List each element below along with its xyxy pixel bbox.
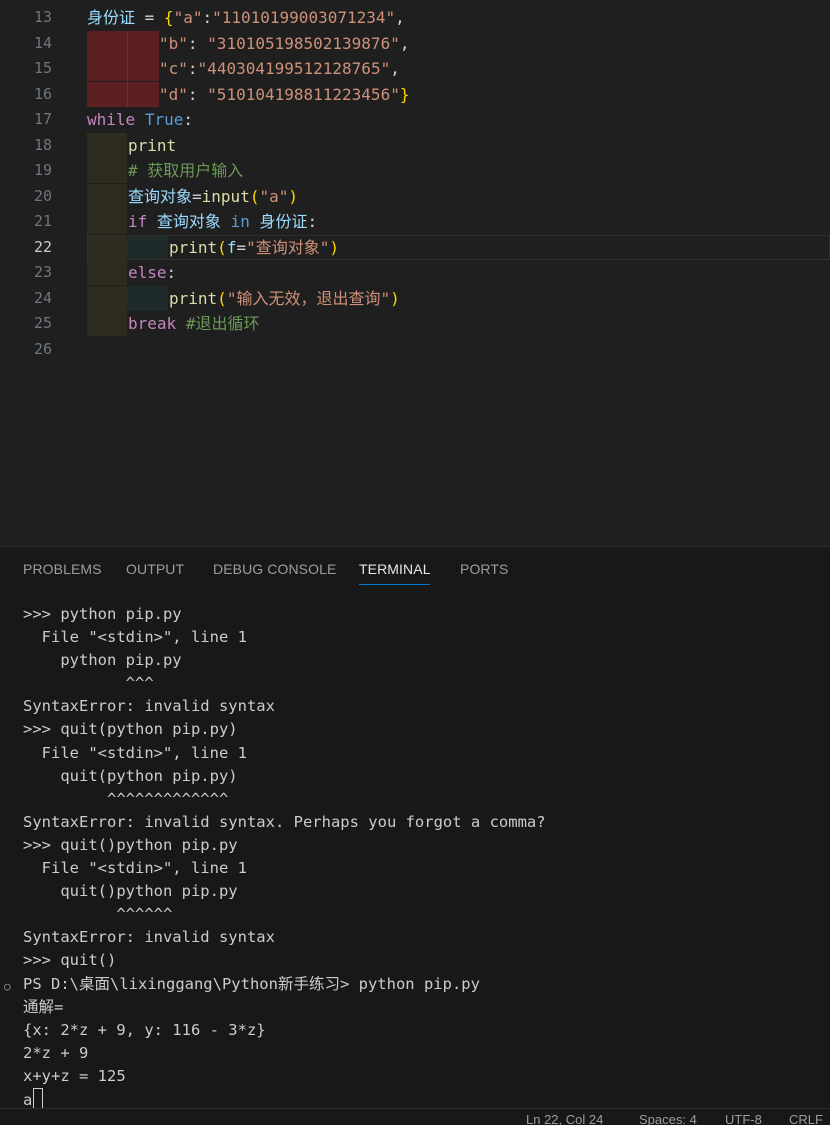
line-content: # 获取用户输入 [128,161,244,180]
code-line[interactable]: 18 print [0,132,830,158]
indent-guide [87,183,127,209]
terminal-output[interactable]: >>> python pip.py File "<stdin>", line 1… [23,603,823,1111]
line-content: if 查询对象 in 身份证: [128,212,318,231]
code-line[interactable]: 23 else: [0,260,830,285]
terminal-line: File "<stdin>", line 1 [23,628,247,647]
terminal-line: SyntaxError: invalid syntax [23,928,275,947]
terminal-line: >>> python pip.py [23,605,182,623]
indent-guide [87,311,127,336]
line-content: print("输入无效，退出查询") [169,288,400,308]
terminal-line: 2*z + 9 [23,1043,89,1062]
terminal-line: >>> quit(python pip.py) [23,720,238,739]
code-line[interactable]: 16 "d": "510104198811223456"} [0,81,830,107]
terminal-line: ^^^ [23,674,154,693]
terminal-line: SyntaxError: invalid syntax. Perhaps you… [23,812,546,831]
line-number: 13 [33,8,52,26]
code-line[interactable]: 20 查询对象=input("a") [0,183,830,209]
line-number: 14 [33,33,52,52]
line-content: 身份证 = {"a":"11010199003071234", [87,8,405,27]
line-content: print [128,135,177,155]
code-line-current[interactable]: 22 print(f="查询对象") [0,234,830,260]
code-line[interactable]: 25 break #退出循环 [0,311,830,336]
terminal-line: PS D:\桌面\lixinggang\Python新手练习> python p… [23,974,480,993]
indent-guide [87,260,127,285]
terminal-line: ^^^^^^ [23,905,173,924]
terminal-line: quit(python pip.py) [23,766,238,785]
indent-error-highlight [87,30,127,56]
line-number: 26 [33,339,52,358]
code-line[interactable]: 14 "b": "310105198502139876", [0,30,830,56]
terminal-line: >>> quit()python pip.py [23,835,238,854]
active-tab-indicator [359,584,430,585]
code-line[interactable]: 13 身份证 = {"a":"11010199003071234", [0,5,830,30]
line-content: "c":"440304199512128765", [159,59,400,78]
line-content: 查询对象=input("a") [128,186,299,206]
code-line[interactable]: 19 # 获取用户输入 [0,158,830,183]
code-editor[interactable]: 13 身份证 = {"a":"11010199003071234", 14 "b… [0,0,830,546]
code-line[interactable]: 21 if 查询对象 in 身份证: [0,209,830,234]
indent-error-highlight [127,30,159,56]
terminal-line: SyntaxError: invalid syntax [23,697,275,716]
status-bar: Ln 22, Col 24 Spaces: 4 UTF-8 CRLF [0,1108,830,1125]
line-number: 25 [33,314,52,332]
terminal-line: x+y+z = 125 [23,1066,126,1085]
tab-ports[interactable]: PORTS [460,561,508,577]
line-number: 23 [33,263,52,281]
line-content: break #退出循环 [128,314,260,333]
terminal-line: quit()python pip.py [23,882,238,901]
code-line[interactable]: 17 while True: [0,107,830,132]
code-line[interactable]: 26 [0,337,830,362]
line-number: 15 [33,59,52,77]
indent-guide [127,285,168,311]
line-number: 16 [33,84,52,103]
line-number: 20 [33,186,52,205]
indent-guide [87,132,127,158]
line-number: 17 [33,110,52,128]
line-number: 24 [33,288,52,307]
indent-error-highlight [127,81,159,107]
terminal-line: {x: 2*z + 9, y: 116 - 3*z} [23,1020,266,1039]
tab-debug-console[interactable]: DEBUG CONSOLE [213,561,336,577]
terminal-line: File "<stdin>", line 1 [23,859,247,878]
indent-guide [87,158,127,183]
code-line[interactable]: 24 print("输入无效，退出查询") [0,285,830,311]
terminal-cursor [33,1087,44,1109]
line-content: else: [128,263,177,282]
cursor-position[interactable]: Ln 22, Col 24 [526,1112,603,1125]
terminal-line: File "<stdin>", line 1 [23,743,247,762]
bottom-panel: PROBLEMS OUTPUT DEBUG CONSOLE TERMINAL P… [0,546,830,1125]
file-encoding[interactable]: UTF-8 [725,1112,762,1125]
line-content: print(f="查询对象") [169,237,340,257]
indent-guide [87,209,127,234]
line-content: "b": "310105198502139876", [159,33,410,53]
line-number: 21 [33,212,52,230]
panel-tabs: PROBLEMS OUTPUT DEBUG CONSOLE TERMINAL P… [0,547,830,589]
line-content: "d": "510104198811223456"} [159,84,410,104]
indent-error-highlight [87,81,127,107]
line-content: while True: [87,110,193,129]
tab-problems[interactable]: PROBLEMS [23,561,102,577]
terminal-line: >>> quit() [23,951,117,970]
command-status-circle-icon[interactable]: ○ [4,980,11,993]
line-number: 18 [33,135,52,154]
tab-output[interactable]: OUTPUT [126,561,184,577]
line-number: 19 [33,161,52,179]
terminal-line: 通解= [23,997,64,1016]
end-of-line-sequence[interactable]: CRLF [789,1112,823,1125]
tab-terminal[interactable]: TERMINAL [359,561,431,577]
indent-guide [87,285,127,311]
terminal-line: python pip.py [23,651,182,670]
terminal-line: ^^^^^^^^^^^^^ [23,789,229,808]
terminal-input-text: a [23,1090,33,1109]
line-number: 22 [33,237,52,256]
indent-error-highlight [127,56,159,81]
indent-error-highlight [87,56,127,81]
code-line[interactable]: 15 "c":"440304199512128765", [0,56,830,81]
indentation-setting[interactable]: Spaces: 4 [639,1112,697,1125]
